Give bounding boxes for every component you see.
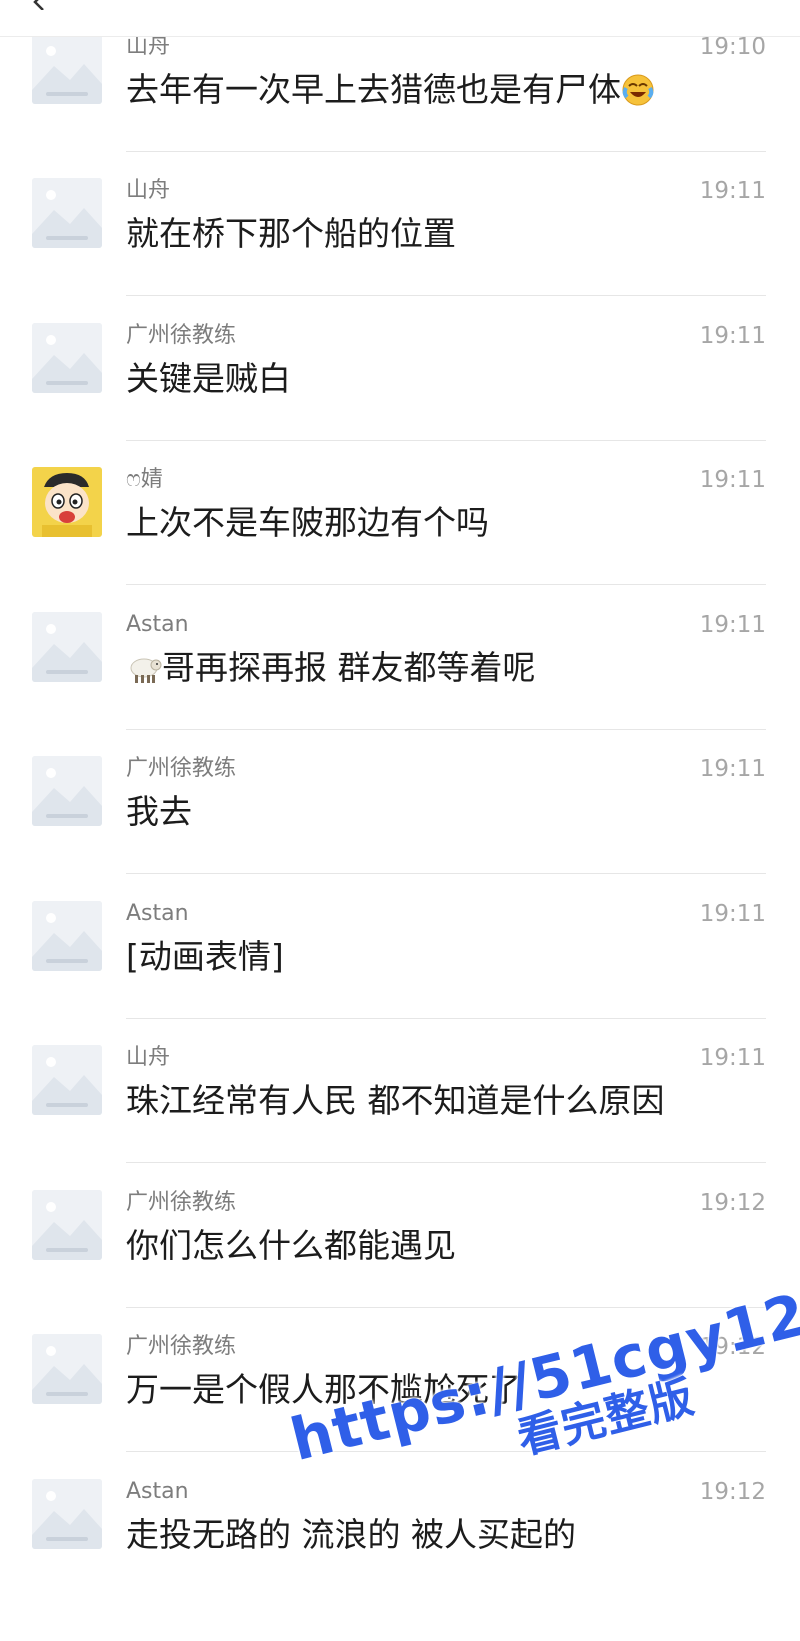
- message-text: 上次不是车陂那边有个吗: [126, 503, 489, 542]
- message-time: 19:11: [699, 756, 766, 782]
- avatar[interactable]: [32, 178, 102, 248]
- placeholder-image-icon: [32, 1045, 102, 1115]
- message-text: 关键是贼白: [126, 359, 291, 398]
- avatar[interactable]: [32, 1045, 102, 1115]
- message-time: 19:11: [699, 612, 766, 638]
- sender-name: 山舟: [126, 178, 171, 203]
- chat-message[interactable]: 广州徐教练 19:11 关键是贼白: [0, 323, 800, 474]
- cartoon-avatar-icon: [32, 467, 102, 537]
- back-arrow-icon[interactable]: [30, 0, 50, 10]
- message-text: [动画表情]: [126, 937, 284, 976]
- sender-name: 广州徐教练: [126, 323, 237, 348]
- sender-name: ෆ婧: [126, 467, 163, 492]
- avatar[interactable]: [32, 323, 102, 393]
- sender-name: 广州徐教练: [126, 1190, 237, 1215]
- placeholder-image-icon: [32, 901, 102, 971]
- sender-name: 广州徐教练: [126, 1334, 237, 1359]
- message-time: 19:10: [699, 34, 766, 60]
- divider: [126, 584, 766, 585]
- sender-name: 广州徐教练: [126, 756, 237, 781]
- placeholder-image-icon: [32, 1190, 102, 1260]
- sender-name: Astan: [126, 901, 189, 926]
- chat-message[interactable]: 山舟 19:10 去年有一次早上去猎德也是有尸体: [0, 34, 800, 185]
- message-text: 珠江经常有人民 都不知道是什么原因: [126, 1081, 665, 1120]
- avatar[interactable]: [32, 467, 102, 537]
- message-time: 19:11: [699, 1045, 766, 1071]
- avatar[interactable]: [32, 756, 102, 826]
- chat-message[interactable]: Astan 19:11 哥再探再报 群友都等着呢: [0, 612, 800, 763]
- message-text: 去年有一次早上去猎德也是有尸体: [126, 68, 655, 112]
- top-bar: [0, 0, 800, 37]
- chat-message[interactable]: 广州徐教练 19:11 我去: [0, 756, 800, 907]
- message-time: 19:11: [699, 467, 766, 493]
- divider: [126, 151, 766, 152]
- sender-name: 山舟: [126, 34, 171, 59]
- placeholder-image-icon: [32, 756, 102, 826]
- message-time: 19:11: [699, 178, 766, 204]
- avatar[interactable]: [32, 34, 102, 104]
- divider: [126, 295, 766, 296]
- avatar[interactable]: [32, 1479, 102, 1549]
- divider: [126, 873, 766, 874]
- placeholder-image-icon: [32, 612, 102, 682]
- sender-name: 山舟: [126, 1045, 171, 1070]
- message-time: 19:12: [699, 1190, 766, 1216]
- avatar[interactable]: [32, 901, 102, 971]
- chat-message[interactable]: 山舟 19:11 就在桥下那个船的位置: [0, 178, 800, 329]
- divider: [126, 1162, 766, 1163]
- divider: [126, 440, 766, 441]
- placeholder-image-icon: [32, 1479, 102, 1549]
- chat-message[interactable]: Astan 19:12 走投无路的 流浪的 被人买起的: [0, 1479, 800, 1630]
- placeholder-image-icon: [32, 34, 102, 104]
- placeholder-image-icon: [32, 1334, 102, 1404]
- message-text: 走投无路的 流浪的 被人买起的: [126, 1515, 576, 1554]
- divider: [126, 1307, 766, 1308]
- sheep-emoji-icon: [130, 658, 162, 683]
- sender-name: Astan: [126, 1479, 189, 1504]
- message-text: 就在桥下那个船的位置: [126, 214, 456, 253]
- message-text: 你们怎么什么都能遇见: [126, 1226, 456, 1265]
- chat-message[interactable]: Astan 19:11 [动画表情]: [0, 901, 800, 1052]
- avatar[interactable]: [32, 1190, 102, 1260]
- sender-name: Astan: [126, 612, 189, 637]
- message-time: 19:11: [699, 901, 766, 927]
- placeholder-image-icon: [32, 178, 102, 248]
- message-text: 我去: [126, 792, 192, 831]
- divider: [126, 1018, 766, 1019]
- chat-message[interactable]: ෆ婧 19:11 上次不是车陂那边有个吗: [0, 467, 800, 618]
- message-text: 哥再探再报 群友都等着呢: [126, 646, 536, 690]
- message-time: 19:11: [699, 323, 766, 349]
- divider: [126, 729, 766, 730]
- avatar[interactable]: [32, 612, 102, 682]
- message-time: 19:12: [699, 1479, 766, 1505]
- avatar[interactable]: [32, 1334, 102, 1404]
- placeholder-image-icon: [32, 323, 102, 393]
- chat-message[interactable]: 山舟 19:11 珠江经常有人民 都不知道是什么原因: [0, 1045, 800, 1196]
- laughing-crying-emoji-icon: [622, 74, 654, 106]
